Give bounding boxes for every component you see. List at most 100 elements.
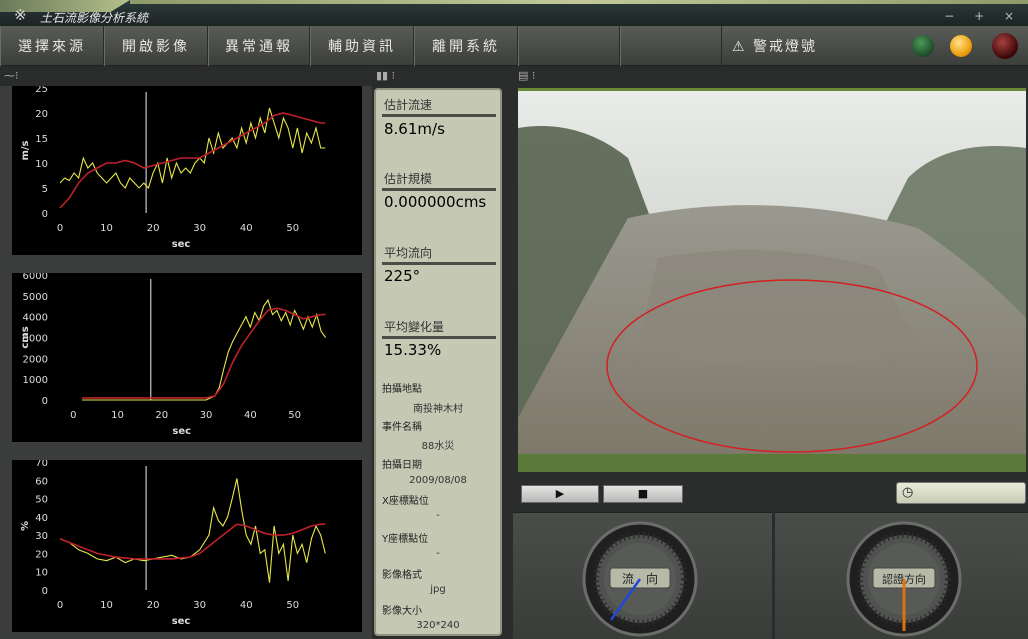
y-tick-label: 6000 [23,273,48,282]
time-display[interactable]: ◷ [896,482,1026,504]
meta-value: 88水災 [421,441,455,452]
chart-panel-header: ⁓⁝ [0,66,370,86]
recognition-direction-gauge-area: 認證方向 [775,512,1028,639]
meta-value: 2009/08/08 [409,475,467,486]
recognition-direction-gauge: 認證方向 [846,521,962,637]
scale-label: 估計規模 [384,172,433,186]
info-panel-header: ▮▮ ⁝ [372,66,512,86]
y-tick-label: 5000 [23,292,48,303]
flow-direction-gauge: 流 向 [582,521,698,637]
discharge-chart: 01000200030004000500060000 10 20 30 40 50secc… [12,273,362,442]
window-controls[interactable]: − + × [944,9,1022,23]
y-tick-label: 50 [35,495,48,506]
title-bar: ※ 土石流影像分析系統 − + × [0,0,1028,26]
y-axis-label: cms [20,326,31,348]
y-tick-label: 25 [35,86,48,95]
velocity-chart: 0 5 10 15 20 25 0 10 20 30 40 50 sec m/s [12,86,362,255]
velocity-label: 估計流速 [384,98,433,112]
y-tick-label: 0 [42,209,48,220]
meta-label: 事件名稱 [382,422,422,433]
y-tick-label: 10 [35,159,48,170]
y-tick-label: 40 [35,513,48,524]
title-decoration [130,0,1028,4]
warning-text: 警戒燈號 [753,39,818,55]
stop-icon: ■ [637,487,649,500]
x-tick-label: 20 [147,600,160,611]
x-tick-label: 40 [240,223,253,234]
y-tick-label: 70 [35,460,48,469]
video-frame[interactable] [518,88,1026,472]
orange-light [950,35,972,57]
y-tick-label: 30 [35,531,48,542]
warning-label: ⚠ 警戒燈號 [732,36,817,56]
y-tick-label: 20 [35,549,48,560]
x-tick-label: 20 [155,410,168,421]
frame-icon: ▤ ⁝ [518,69,536,82]
divider [382,336,496,339]
menu-empty-1 [518,26,620,66]
scale-value: 0.000000cms [384,193,487,211]
meta-value: jpg [430,584,446,595]
x-tick-label: 50 [286,223,299,234]
meta-value: 南投神木村 [413,404,463,415]
flow-direction-gauge-area: 流 向 [513,512,772,639]
menu-abnormal-report[interactable]: 異常通報 [208,26,310,66]
play-button[interactable]: ▶ [521,485,599,503]
menu-empty-2 [620,26,722,66]
change-value: 15.33% [384,341,442,359]
meta-label: Y座標點位 [382,534,429,545]
divider [382,262,496,265]
clock-icon: ◷ [902,485,914,500]
y-tick-label: 2000 [23,354,48,365]
y-tick-label: 20 [35,109,48,120]
meta-label: 拍攝地點 [382,384,422,395]
gauge-left-label: 流 向 [622,571,658,586]
warning-icon: ⚠ [732,39,747,55]
x-tick-label: 30 [200,410,213,421]
plot-background [12,86,362,255]
chart-area: 0 5 10 15 20 25 0 10 20 30 40 50 sec m/s 0 1000 2000 300… [0,86,372,639]
x-tick-label: 40 [240,600,253,611]
divider [382,188,496,191]
x-tick-label: 30 [193,223,206,234]
y-tick-label: 10 [35,568,48,579]
green-light [912,35,934,57]
x-tick-label: 50 [288,410,301,421]
direction-label: 平均流向 [384,246,433,260]
menu-exit[interactable]: 離開系統 [414,26,518,66]
menu-open-image[interactable]: 開啟影像 [104,26,208,66]
x-tick-label: 20 [147,223,160,234]
x-tick-label: 10 [111,410,124,421]
red-light [992,33,1018,59]
y-axis-label: m/s [20,140,31,160]
menu-bar: 選擇來源 開啟影像 異常通報 輔助資訊 離開系統 ⚠ 警戒燈號 [0,26,1028,66]
app-icon: ※ [14,6,27,24]
y-tick-label: 15 [35,134,48,145]
y-tick-label: 60 [35,476,48,487]
x-axis-label: sec [172,426,191,437]
window-title: 土石流影像分析系統 [40,11,149,25]
x-axis-label: sec [172,616,191,627]
stop-button[interactable]: ■ [603,485,683,503]
menu-aux-info[interactable]: 輔助資訊 [310,26,414,66]
meta-label: 影像大小 [382,606,422,617]
x-tick-label: 10 [100,223,113,234]
x-axis-label: sec [172,239,191,250]
x-tick-label: 0 [57,600,63,611]
meta-label: 拍攝日期 [382,460,422,471]
y-tick-label: 5 [42,184,48,195]
video-panel-header: ▤ ⁝ [514,66,1028,86]
x-tick-label: 50 [286,600,299,611]
x-tick-label: 0 [57,223,63,234]
y-tick-label: 0 [42,396,48,407]
plot-background [12,273,362,442]
meta-value: 320*240 [416,620,460,631]
x-tick-label: 10 [100,600,113,611]
waveform-icon: ⁓⁝ [4,69,19,82]
meta-label: 影像格式 [382,570,422,581]
x-tick-label: 30 [193,600,206,611]
meta-label: X座標點位 [382,496,429,507]
meta-value: - [436,548,440,559]
menu-select-source[interactable]: 選擇來源 [0,26,104,66]
direction-value: 225° [384,267,421,285]
